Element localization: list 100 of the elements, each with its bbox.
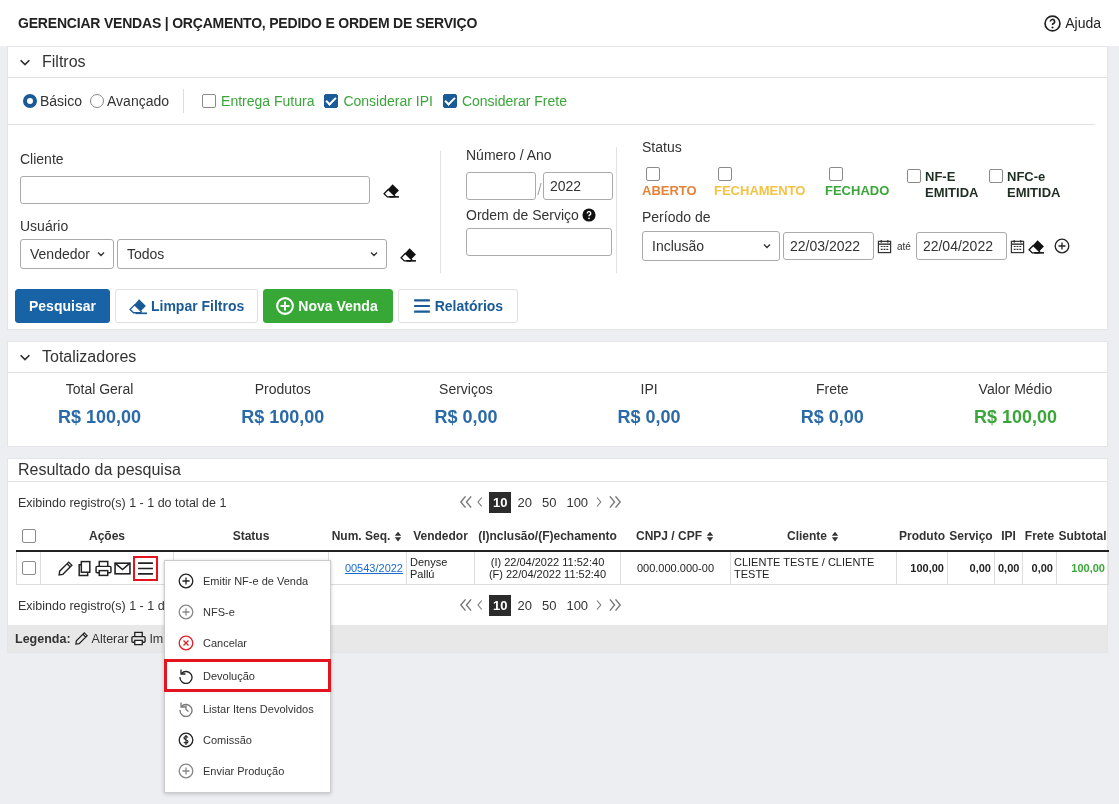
menu-item[interactable]: Enviar Produção [165,756,330,785]
printer-icon[interactable] [94,559,112,577]
field-label: Cliente [20,151,65,167]
column-header[interactable]: CNPJ / CPF [636,529,715,543]
pencil-icon[interactable] [56,559,74,577]
page-size-option[interactable]: 20 [513,491,536,513]
field-label: Número / Ano [466,147,553,163]
page-size-option[interactable]: 100 [562,491,593,513]
year-field[interactable]: 2022 [543,172,613,200]
client-field[interactable] [20,176,370,204]
help-icon [1044,14,1062,32]
history-icon [178,700,194,717]
legend-item: Alterar [91,631,129,646]
checkbox-label: Considerar Frete [461,93,567,109]
double-chevron-left-icon[interactable] [458,597,473,613]
field-label: Ordem de Serviço [466,207,579,223]
total-value: R$ 100,00 [58,407,142,428]
menu-item[interactable]: NFS-e [165,597,330,626]
help-link[interactable]: Ajuda [1044,14,1101,32]
user-type-select[interactable]: Vendedor [20,239,114,269]
plus-circle-icon [178,762,194,779]
menu-item[interactable]: Devolução [164,659,331,692]
checkbox[interactable] [989,169,1003,183]
copy-icon[interactable] [75,559,93,577]
date-field[interactable]: 22/04/2022 [915,232,1007,260]
table-cell: 0,00 [1031,562,1053,574]
page-size-option[interactable]: 50 [537,594,561,616]
double-chevron-right-icon[interactable] [608,597,624,613]
number-field[interactable] [466,172,536,200]
eraser-icon[interactable] [383,181,400,199]
column-header: Status [232,529,270,543]
period-select[interactable]: Inclusão [642,231,780,261]
eraser-icon[interactable] [1027,237,1045,255]
panel-header[interactable]: Filtros [8,47,1107,78]
field-label: Período de [642,209,712,225]
column-header: Subtotal [1058,529,1107,543]
calendar-icon[interactable] [1009,238,1025,254]
checkbox[interactable] [324,94,339,108]
total-value: R$ 0,00 [800,407,864,428]
printer-icon [131,631,147,646]
checkbox[interactable] [21,529,36,544]
menu-item[interactable]: Cancelar [165,628,330,657]
column-header: IPI [1001,529,1016,543]
double-chevron-left-icon[interactable] [458,494,473,510]
eraser-icon [128,297,147,315]
total-label: Serviços [439,381,493,397]
table-cell: 0,00 [998,562,1020,574]
plus-circle-icon [178,603,194,620]
legend-item: Im [149,631,164,646]
field-label: Usuário [20,218,70,234]
page-size-option[interactable]: 10 [489,491,512,513]
total-value: R$ 0,00 [434,407,498,428]
user-select[interactable]: Todos [117,239,387,269]
total-value: R$ 100,00 [973,407,1057,428]
service-order-field[interactable] [466,228,612,256]
page-size-option[interactable]: 100 [562,594,593,616]
date-field[interactable]: 22/03/2022 [783,232,874,260]
menu-item[interactable]: Emitir NF-e de Venda [165,566,330,595]
field-label: Status [642,139,683,155]
checkbox[interactable] [646,167,660,181]
menu-item[interactable]: Listar Itens Devolvidos [165,694,330,723]
total-label: Total Geral [65,381,134,397]
cancel-icon [178,634,194,651]
panel-header[interactable]: Totalizadores [8,342,1107,373]
help-icon[interactable] [581,208,596,222]
search-button[interactable]: Pesquisar [15,289,110,323]
undo-icon [178,667,194,684]
table-cell: Denyse Pallú [410,556,448,580]
checkbox-label: Entrega Futura [221,93,315,109]
calendar-icon[interactable] [877,238,892,254]
mail-icon[interactable] [113,559,131,577]
checkbox[interactable] [829,167,843,181]
panel-title: Resultado da pesquisa [8,459,1107,482]
page-size-option[interactable]: 10 [489,594,512,616]
list-icon [412,297,431,315]
menu-item[interactable]: Comissão [165,725,330,754]
radio-option[interactable]: Avançado [90,93,170,109]
column-header: (I)nclusão/(F)echamento [478,529,617,543]
checkbox[interactable] [21,561,36,576]
plus-circle-icon[interactable] [1053,238,1070,254]
checkbox[interactable] [442,94,457,108]
total-label: Valor Médio [978,381,1053,397]
page-size-option[interactable]: 50 [537,491,561,513]
checkbox[interactable] [718,167,732,181]
column-header[interactable]: Num. Seq. [331,529,404,543]
column-header[interactable]: Cliente [787,529,840,543]
page-size-option[interactable]: 20 [513,594,536,616]
radio-option[interactable]: Básico [23,93,83,109]
column-header: Frete [1024,529,1055,543]
table-cell: 000.000.000-00 [636,562,715,574]
eraser-icon[interactable] [400,245,417,263]
total-value: R$ 0,00 [617,407,681,428]
reports-button[interactable]: Relatórios [397,289,519,323]
checkbox[interactable] [907,169,921,183]
record-count: Exibindo registro(s) 1 - 1 do total de 1 [18,496,227,510]
table-cell: 100,00 [910,562,944,574]
status-label: ABERTO [642,183,697,199]
clear-filters-button[interactable]: Limpar Filtros [114,289,259,323]
double-chevron-right-icon[interactable] [608,494,624,510]
checkbox[interactable] [202,94,217,108]
